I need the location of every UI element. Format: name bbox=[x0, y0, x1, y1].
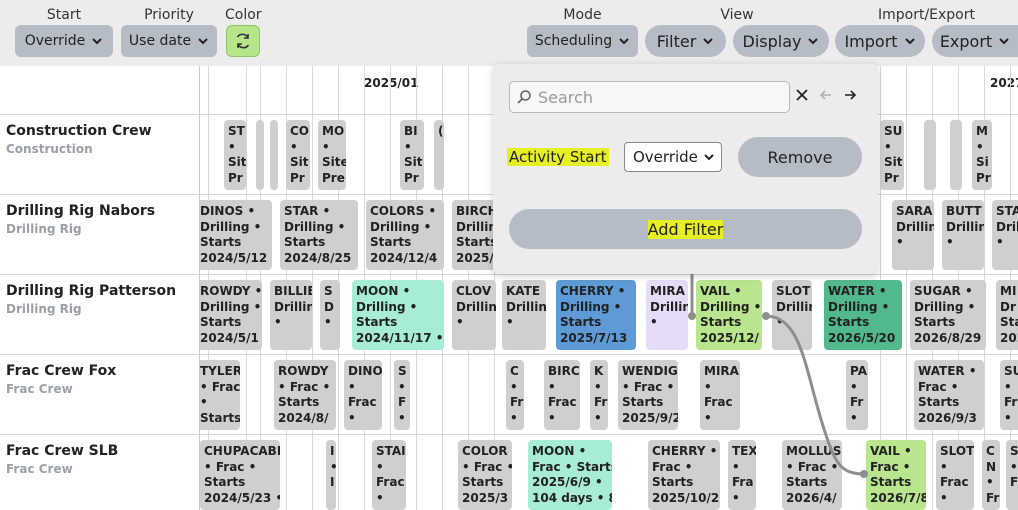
arrow-right-icon[interactable] bbox=[842, 87, 858, 103]
link-endpoint bbox=[762, 312, 770, 320]
import-dropdown[interactable]: Import bbox=[835, 25, 925, 57]
priority-dropdown[interactable]: Use date bbox=[121, 25, 217, 57]
mode-dropdown[interactable]: Scheduling bbox=[527, 25, 638, 57]
activity-start-select[interactable]: Override bbox=[624, 142, 722, 172]
resource-name: Drilling Rig Nabors bbox=[6, 203, 156, 219]
add-filter-button[interactable]: Add Filter bbox=[509, 209, 862, 249]
refresh-icon bbox=[236, 33, 250, 49]
export-dropdown[interactable]: Export bbox=[932, 25, 1018, 57]
start-value: Override bbox=[24, 33, 86, 49]
priority-value: Use date bbox=[128, 33, 192, 49]
mode-label: Mode bbox=[563, 7, 602, 23]
arrow-left-icon[interactable] bbox=[818, 87, 834, 103]
activity-start-value: Override bbox=[633, 148, 698, 166]
resource-name: Construction Crew bbox=[6, 123, 152, 139]
start-label: Start bbox=[46, 7, 82, 23]
display-dropdown[interactable]: Display bbox=[733, 25, 829, 57]
link-endpoint bbox=[860, 470, 868, 478]
mode-value: Scheduling bbox=[534, 33, 613, 49]
activity-start-label: Activity Start bbox=[507, 148, 609, 166]
color-label: Color bbox=[225, 7, 262, 23]
resource-type: Construction bbox=[6, 142, 93, 156]
resource-type: Drilling Rig bbox=[6, 222, 82, 236]
chevron-down-icon bbox=[999, 38, 1009, 45]
chevron-down-icon bbox=[619, 38, 629, 45]
search-icon bbox=[517, 90, 531, 104]
resource-row[interactable]: Drilling Rig Patterson Drilling Rig bbox=[0, 274, 200, 354]
filter-dropdown[interactable]: Filter bbox=[645, 25, 726, 57]
display-value: Display bbox=[742, 31, 802, 51]
close-icon[interactable] bbox=[794, 87, 810, 103]
priority-label: Priority bbox=[144, 7, 194, 23]
toolbar: Start Override Priority Use date Color M… bbox=[0, 0, 1018, 66]
chevron-down-icon bbox=[703, 38, 714, 45]
view-label: View bbox=[720, 7, 754, 23]
remove-button[interactable]: Remove bbox=[738, 137, 862, 177]
chevron-down-icon bbox=[808, 38, 819, 45]
resource-type: Drilling Rig bbox=[6, 302, 82, 316]
add-filter-label: Add Filter bbox=[647, 219, 724, 239]
filter-value: Filter bbox=[656, 31, 697, 51]
chevron-down-icon bbox=[904, 38, 915, 45]
resource-row[interactable]: Drilling Rig Nabors Drilling Rig bbox=[0, 194, 200, 274]
resource-list: Construction Crew Construction Drilling … bbox=[0, 66, 200, 510]
export-value: Export bbox=[939, 31, 993, 51]
start-dropdown[interactable]: Override bbox=[15, 25, 113, 57]
chevron-down-icon bbox=[92, 38, 102, 45]
import-export-label: Import/Export bbox=[877, 7, 975, 23]
resource-row[interactable]: Construction Crew Construction bbox=[0, 114, 200, 194]
resource-row[interactable]: Frac Crew SLB Frac Crew bbox=[0, 434, 200, 510]
chevron-down-icon bbox=[704, 154, 714, 161]
resource-type: Frac Crew bbox=[6, 462, 73, 476]
color-refresh-button[interactable] bbox=[226, 25, 260, 57]
search-input[interactable] bbox=[538, 87, 778, 107]
resource-name: Drilling Rig Patterson bbox=[6, 283, 177, 299]
link-endpoint bbox=[688, 312, 696, 320]
search-box[interactable] bbox=[509, 81, 790, 113]
import-value: Import bbox=[844, 31, 898, 51]
dependency-link bbox=[765, 314, 867, 476]
resource-name: Frac Crew Fox bbox=[6, 363, 117, 379]
resource-type: Frac Crew bbox=[6, 382, 73, 396]
resource-name: Frac Crew SLB bbox=[6, 443, 119, 459]
resource-row[interactable]: Frac Crew Fox Frac Crew bbox=[0, 354, 200, 434]
chevron-down-icon bbox=[198, 38, 208, 45]
filter-popup: Activity Start Override Remove Add Filte… bbox=[493, 64, 878, 274]
